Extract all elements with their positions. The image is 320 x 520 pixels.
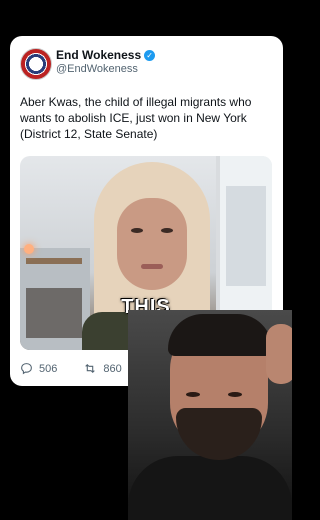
man-beard: [176, 408, 262, 460]
background-lamp: [24, 244, 34, 254]
reply-button[interactable]: 506: [20, 362, 57, 375]
reaction-video-overlay[interactable]: [128, 310, 292, 520]
man-hoodie: [128, 456, 292, 520]
author-row: End Wokeness ✓: [56, 48, 156, 62]
repost-button[interactable]: 860: [83, 362, 122, 375]
repost-count: 860: [103, 362, 122, 375]
verified-badge-icon: ✓: [144, 49, 156, 61]
handle[interactable]: @EndWokeness: [56, 63, 138, 75]
tweet-text: Aber Kwas, the child of illegal migrants…: [20, 95, 252, 141]
reply-count: 506: [39, 362, 58, 375]
repost-icon: [85, 363, 96, 374]
display-name[interactable]: End Wokeness: [56, 48, 141, 62]
reply-icon: [21, 363, 32, 375]
avatar[interactable]: [20, 48, 52, 80]
man-hand: [266, 324, 292, 384]
man-hair: [168, 314, 272, 356]
